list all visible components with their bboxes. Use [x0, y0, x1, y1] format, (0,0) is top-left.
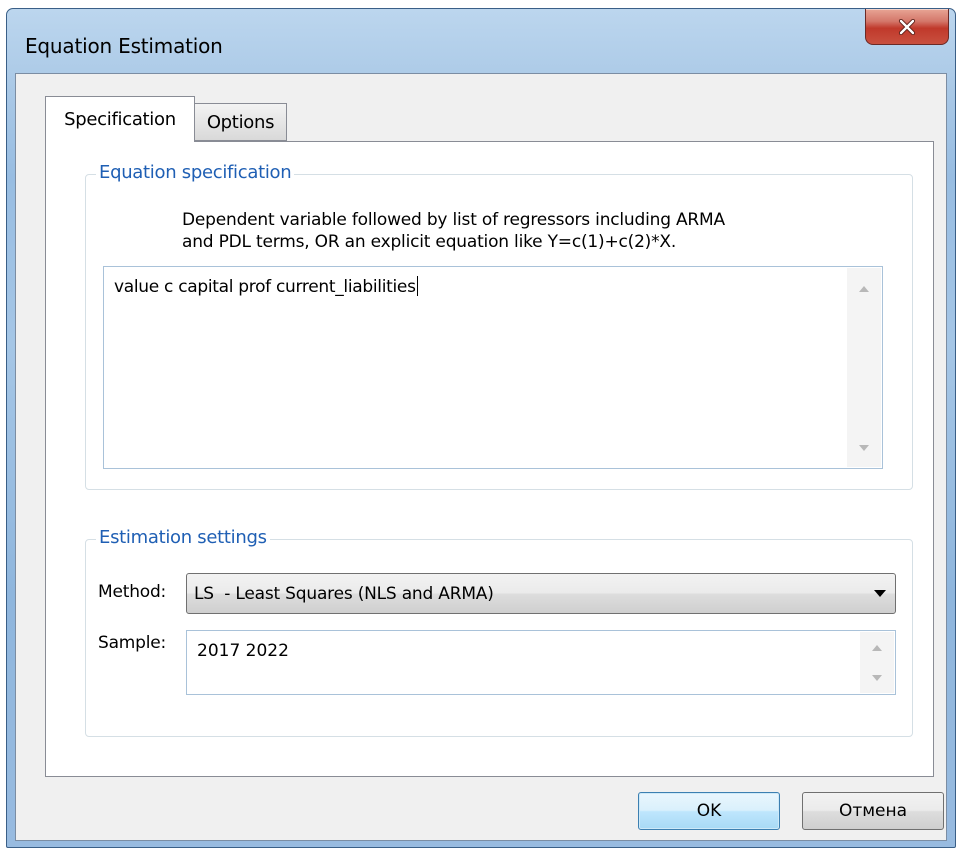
estimation-settings-title: Estimation settings	[96, 527, 270, 548]
sample-input-value: 2017 2022	[197, 641, 289, 661]
close-button[interactable]	[865, 9, 949, 45]
sample-label: Sample:	[98, 633, 167, 653]
equation-description: Dependent variable followed by list of r…	[182, 209, 725, 253]
scroll-down-icon	[872, 674, 882, 681]
scroll-down-button[interactable]	[847, 431, 881, 465]
scroll-up-icon	[872, 644, 882, 651]
method-select-value: LS - Least Squares (NLS and ARMA)	[194, 584, 494, 604]
sample-scroll-down-button[interactable]	[860, 662, 894, 693]
estimation-settings-group: Estimation settings Method: LS - Least S…	[85, 527, 913, 737]
window-title: Equation Estimation	[25, 34, 223, 58]
equation-specification-group: Equation specification Dependent variabl…	[85, 162, 913, 490]
close-icon	[898, 18, 916, 35]
dialog-client-area: Specification Options Equation specifica…	[15, 73, 947, 841]
tab-options-label: Options	[206, 111, 275, 133]
equation-description-line2: and PDL terms, OR an explicit equation l…	[182, 232, 677, 252]
equation-scrollbar[interactable]	[847, 268, 881, 467]
text-caret	[416, 276, 418, 296]
sample-input[interactable]: 2017 2022	[186, 630, 896, 695]
specification-panel: Equation specification Dependent variabl…	[45, 141, 934, 777]
equation-description-line1: Dependent variable followed by list of r…	[182, 210, 725, 230]
ok-button[interactable]: OK	[638, 792, 780, 830]
cancel-button[interactable]: Отмена	[802, 792, 944, 830]
title-bar[interactable]: Equation Estimation	[7, 9, 955, 79]
tab-specification[interactable]: Specification	[45, 96, 195, 142]
scroll-up-icon	[859, 286, 869, 292]
equation-input-value: value c capital prof current_liabilities	[114, 277, 416, 297]
method-label: Method:	[98, 582, 167, 602]
sample-scrollbar[interactable]	[860, 632, 894, 693]
tab-specification-label: Specification	[64, 109, 176, 130]
equation-input[interactable]: value c capital prof current_liabilities	[103, 266, 883, 469]
sample-scroll-up-button[interactable]	[860, 632, 894, 663]
equation-input-text[interactable]: value c capital prof current_liabilities	[114, 276, 418, 297]
scroll-down-icon	[859, 445, 869, 451]
equation-estimation-dialog: Equation Estimation Specification Option…	[6, 8, 956, 848]
method-select[interactable]: LS - Least Squares (NLS and ARMA)	[186, 573, 896, 614]
scroll-up-button[interactable]	[847, 272, 881, 306]
tab-options[interactable]: Options	[194, 103, 287, 141]
equation-specification-title: Equation specification	[96, 162, 295, 183]
chevron-down-icon	[874, 590, 886, 597]
